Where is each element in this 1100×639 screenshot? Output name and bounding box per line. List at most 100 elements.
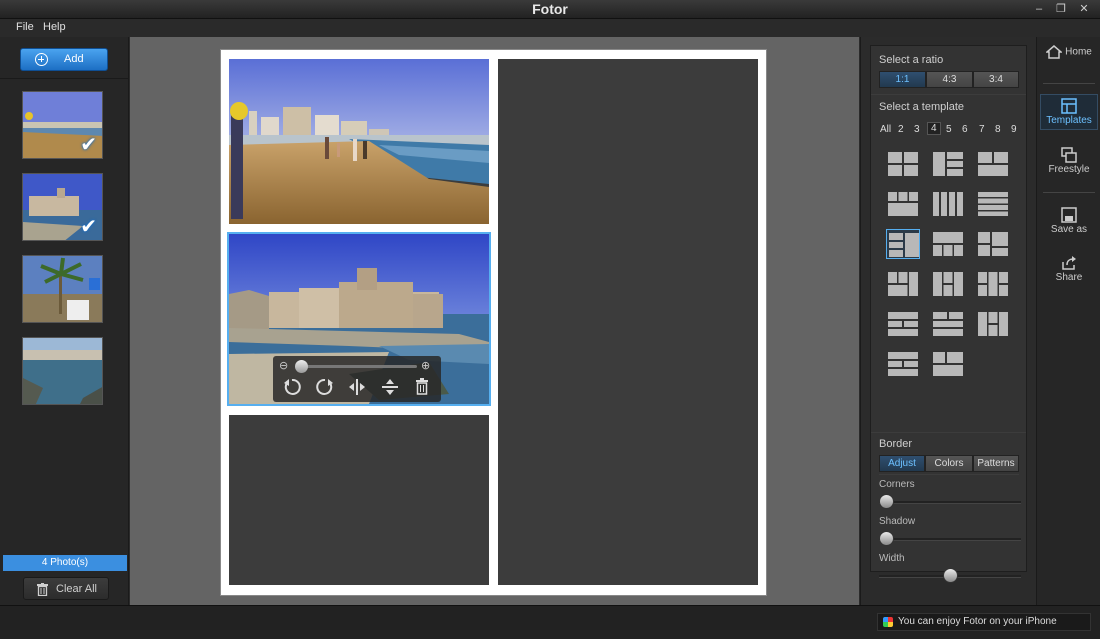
template-option[interactable] xyxy=(931,149,965,179)
layout-icon xyxy=(933,312,963,336)
flip-horizontal-icon[interactable] xyxy=(346,376,368,398)
nav-share[interactable]: Share xyxy=(1040,252,1098,288)
nav-home[interactable]: Home xyxy=(1040,45,1098,81)
menu-file[interactable]: File xyxy=(16,21,34,33)
count-2[interactable]: 2 xyxy=(898,124,904,135)
close-button[interactable]: ✕ xyxy=(1073,0,1095,18)
layout-icon xyxy=(978,192,1008,216)
nav-templates-label: Templates xyxy=(1046,115,1092,126)
layout-icon xyxy=(978,232,1008,256)
checked-icon: ✔ xyxy=(80,216,97,238)
count-8[interactable]: 8 xyxy=(995,124,1001,135)
zoom-in-icon[interactable]: ⊕ xyxy=(421,359,435,373)
template-option[interactable] xyxy=(931,309,965,339)
add-icon xyxy=(35,53,48,66)
nav-templates[interactable]: Templates xyxy=(1040,94,1098,130)
nav-save-as-label: Save as xyxy=(1050,224,1088,235)
ratio-3-4[interactable]: 3:4 xyxy=(973,71,1019,88)
coast-thumbnail-image xyxy=(23,338,102,404)
corners-label: Corners xyxy=(879,479,915,490)
template-option[interactable] xyxy=(886,309,920,339)
nav-save-as[interactable]: Save as xyxy=(1040,204,1098,240)
template-option-selected[interactable] xyxy=(886,229,920,259)
collage-cell-castle[interactable]: ⊖ ⊕ xyxy=(227,232,491,406)
zoom-slider-handle[interactable] xyxy=(295,360,308,373)
template-option[interactable] xyxy=(976,189,1010,219)
share-icon xyxy=(1062,256,1076,270)
divider xyxy=(871,94,1026,95)
thumbnail-palm[interactable] xyxy=(22,255,103,323)
layout-icon xyxy=(978,152,1008,176)
nav-freestyle[interactable]: Freestyle xyxy=(1040,144,1098,180)
collage-page: ⊖ ⊕ xyxy=(220,49,767,596)
restore-button[interactable]: ❐ xyxy=(1050,0,1072,18)
template-option[interactable] xyxy=(976,149,1010,179)
fotor-logo-icon xyxy=(883,617,893,627)
tab-adjust[interactable]: Adjust xyxy=(879,455,925,472)
template-option[interactable] xyxy=(976,269,1010,299)
zoom-out-icon[interactable]: ⊖ xyxy=(279,359,293,373)
template-option[interactable] xyxy=(886,149,920,179)
tab-colors[interactable]: Colors xyxy=(925,455,973,472)
template-option[interactable] xyxy=(931,349,965,379)
thumbnail-coast[interactable] xyxy=(22,337,103,405)
template-option[interactable] xyxy=(976,309,1010,339)
corners-slider-track[interactable] xyxy=(879,501,1021,504)
layout-icon xyxy=(889,233,919,257)
count-6[interactable]: 6 xyxy=(962,124,968,135)
template-option[interactable] xyxy=(931,189,965,219)
count-all[interactable]: All xyxy=(880,124,891,135)
photo-edit-toolbar: ⊖ ⊕ xyxy=(273,356,441,402)
layout-icon xyxy=(888,352,918,376)
ratio-4-3[interactable]: 4:3 xyxy=(926,71,973,88)
width-slider-handle[interactable] xyxy=(942,568,958,583)
clear-all-button[interactable]: Clear All xyxy=(23,577,109,600)
divider xyxy=(871,432,1026,433)
ratio-1-1[interactable]: 1:1 xyxy=(879,71,926,88)
template-option[interactable] xyxy=(976,229,1010,259)
mode-navigation: Home Templates Freestyle Save as Share xyxy=(1036,37,1100,605)
template-option[interactable] xyxy=(886,269,920,299)
count-3[interactable]: 3 xyxy=(914,124,920,135)
collage-cell-beach[interactable] xyxy=(229,59,489,224)
template-option[interactable] xyxy=(931,229,965,259)
add-photo-button[interactable]: Add xyxy=(20,48,108,71)
rotate-left-icon[interactable] xyxy=(281,376,303,398)
width-label: Width xyxy=(879,553,905,564)
clear-all-label: Clear All xyxy=(56,583,97,595)
photo-count: 4 Photo(s) xyxy=(3,555,127,571)
thumbnail-beach[interactable]: ✔ xyxy=(22,91,103,159)
layout-icon xyxy=(933,352,963,376)
freestyle-icon xyxy=(1061,147,1077,163)
nav-home-label: Home xyxy=(1065,46,1092,58)
shadow-label: Shadow xyxy=(879,516,916,527)
minimize-button[interactable]: – xyxy=(1028,0,1050,18)
collage-cell-empty-bottom[interactable] xyxy=(229,415,489,585)
iphone-promo[interactable]: You can enjoy Fotor on your iPhone xyxy=(877,613,1091,631)
layout-icon xyxy=(888,272,918,296)
checked-icon: ✔ xyxy=(80,134,97,156)
count-7[interactable]: 7 xyxy=(979,124,985,135)
zoom-slider-track[interactable] xyxy=(297,365,417,368)
count-5[interactable]: 5 xyxy=(946,124,952,135)
menu-help[interactable]: Help xyxy=(43,21,66,33)
corners-slider-handle[interactable] xyxy=(879,494,894,509)
trash-icon xyxy=(37,583,48,596)
shadow-slider-track[interactable] xyxy=(879,538,1021,541)
layout-icon xyxy=(933,232,963,256)
layout-icon xyxy=(888,312,918,336)
rotate-right-icon[interactable] xyxy=(314,376,336,398)
template-option[interactable] xyxy=(931,269,965,299)
menu-bar: File Help xyxy=(0,19,1100,37)
shadow-slider-handle[interactable] xyxy=(879,531,894,546)
template-option[interactable] xyxy=(886,349,920,379)
count-4[interactable]: 4 xyxy=(927,122,941,135)
collage-cell-empty-right[interactable] xyxy=(498,59,758,585)
count-9[interactable]: 9 xyxy=(1011,124,1017,135)
delete-icon[interactable] xyxy=(411,376,433,398)
flip-vertical-icon[interactable] xyxy=(379,376,401,398)
tab-patterns[interactable]: Patterns xyxy=(973,455,1019,472)
template-option[interactable] xyxy=(886,189,920,219)
thumbnail-castle[interactable]: ✔ xyxy=(22,173,103,241)
layout-icon xyxy=(933,192,963,216)
